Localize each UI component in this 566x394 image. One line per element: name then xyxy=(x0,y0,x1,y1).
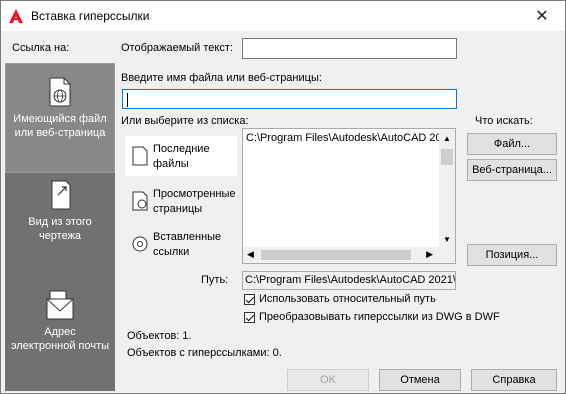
link-to-panel: Имеющийся файл или веб-страница Вид из э… xyxy=(5,63,115,391)
relative-path-label: Использовать относительный путь xyxy=(259,293,436,305)
look-in-label-1: Вставленные xyxy=(153,231,222,243)
insert-hyperlink-dialog: Вставка гиперссылки ✕ Ссылка на: Имеющий… xyxy=(0,0,566,394)
filename-input[interactable] xyxy=(122,89,457,109)
browsed-pages-icon xyxy=(132,191,148,211)
select-list-label: Или выберите из списка: xyxy=(121,115,249,127)
title-bar: Вставка гиперссылки ✕ xyxy=(1,1,565,31)
link-item-label-1: Имеющийся файл xyxy=(13,113,107,125)
link-item-label-2: или веб-страница xyxy=(14,127,106,139)
relative-path-checkbox[interactable] xyxy=(244,294,255,305)
link-item-label-2: чертежа xyxy=(38,230,82,242)
list-item[interactable]: C:\Program Files\Autodesk\AutoCAD 20 xyxy=(246,132,442,144)
text-caret xyxy=(127,93,128,107)
browse-for-label: Что искать: xyxy=(475,115,533,127)
ok-button[interactable]: OK xyxy=(287,369,369,391)
objects-count: Объектов: 1. xyxy=(127,330,192,342)
target-position-button[interactable]: Позиция... xyxy=(467,244,557,266)
look-in-recent-files[interactable]: Последние файлы xyxy=(125,136,237,176)
scrollbar-thumb[interactable] xyxy=(441,149,453,165)
link-item-email[interactable]: Адрес электронной почты xyxy=(5,287,115,387)
envelope-icon xyxy=(46,290,74,320)
window-title: Вставка гиперссылки xyxy=(31,9,150,23)
close-button[interactable]: ✕ xyxy=(519,1,565,31)
document-arrow-icon xyxy=(51,180,71,210)
display-text-label: Отображаемый текст: xyxy=(121,42,233,54)
scrollbar-thumb[interactable] xyxy=(261,250,411,260)
objects-with-links-count: Объектов с гиперссылками: 0. xyxy=(127,347,282,359)
help-button[interactable]: Справка xyxy=(471,369,557,391)
link-item-label-2: электронной почты xyxy=(10,340,110,352)
recent-files-icon xyxy=(132,146,148,166)
cancel-button[interactable]: Отмена xyxy=(379,369,461,391)
link-to-label: Ссылка на: xyxy=(12,42,70,54)
convert-dwf-checkbox[interactable] xyxy=(244,312,255,323)
link-item-view-of-drawing[interactable]: Вид из этого чертежа xyxy=(5,179,115,279)
document-globe-icon xyxy=(49,77,71,107)
scroll-down-icon[interactable]: ▼ xyxy=(443,235,451,244)
link-item-existing-file[interactable]: Имеющийся файл или веб-страница xyxy=(5,63,115,173)
autocad-logo-icon xyxy=(9,9,23,23)
link-item-label-1: Вид из этого xyxy=(28,216,92,228)
look-in-panel: Последние файлы Просмотренные страницы В… xyxy=(123,128,237,264)
scroll-left-icon[interactable]: ◀ xyxy=(247,249,254,260)
link-item-label-1: Адрес xyxy=(44,326,76,338)
scroll-up-icon[interactable]: ▲ xyxy=(443,134,451,143)
horizontal-scrollbar[interactable]: ◀ ▶ xyxy=(243,247,455,263)
inserted-links-icon xyxy=(132,236,148,252)
look-in-label-1: Последние xyxy=(153,143,210,155)
look-in-label-2: страницы xyxy=(153,203,203,215)
vertical-scrollbar[interactable]: ▲ ▼ xyxy=(439,129,455,247)
browse-web-page-button[interactable]: Веб-страница... xyxy=(467,159,557,181)
path-label: Путь: xyxy=(201,274,229,286)
convert-dwf-label: Преобразовывать гиперссылки из DWG в DWF xyxy=(259,311,500,323)
close-icon: ✕ xyxy=(535,8,549,25)
path-field: C:\Program Files\Autodesk\AutoCAD 2021\ xyxy=(242,271,456,290)
display-text-input[interactable] xyxy=(242,38,457,59)
look-in-label-1: Просмотренные xyxy=(153,188,236,200)
look-in-label-2: файлы xyxy=(153,158,189,170)
look-in-label-2: ссылки xyxy=(153,246,190,258)
scroll-right-icon[interactable]: ▶ xyxy=(426,249,433,260)
browse-file-button[interactable]: Файл... xyxy=(467,133,557,155)
look-in-browsed-pages[interactable]: Просмотренные страницы xyxy=(125,183,237,219)
look-in-inserted-links[interactable]: Вставленные ссылки xyxy=(125,226,237,262)
filename-label: Введите имя файла или веб-страницы: xyxy=(121,72,322,84)
file-list[interactable]: C:\Program Files\Autodesk\AutoCAD 20 ▲ ▼… xyxy=(242,128,456,264)
